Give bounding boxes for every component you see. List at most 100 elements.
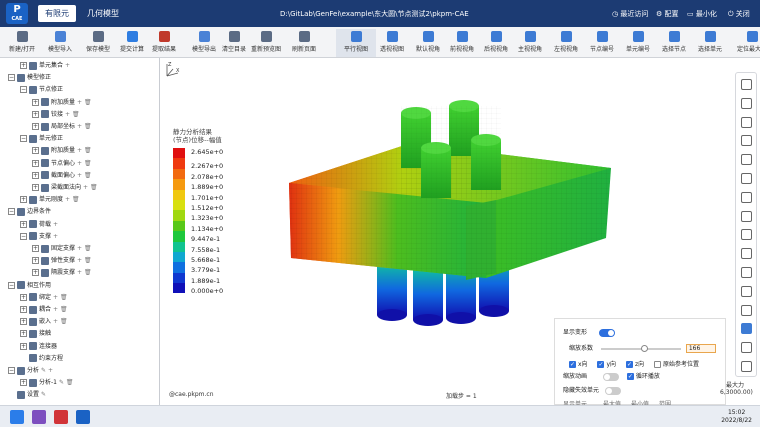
expand-icon[interactable]: + bbox=[20, 342, 27, 350]
toolbar-button[interactable]: 单元编号 bbox=[618, 29, 658, 57]
view-tool-icon[interactable] bbox=[741, 285, 752, 297]
view-tool-icon[interactable] bbox=[741, 304, 752, 316]
x-dir-checkbox[interactable]: ✓ bbox=[569, 361, 576, 368]
view-tool-icon[interactable] bbox=[741, 173, 752, 184]
view-tool-icon[interactable] bbox=[741, 267, 752, 278]
tree-item-actions[interactable]: + 🗑 bbox=[53, 294, 68, 301]
view-tool-icon[interactable] bbox=[741, 342, 752, 354]
toolbar-button[interactable]: 主视视角 bbox=[510, 29, 550, 57]
tree-item[interactable]: + 截面偏心 + 🗑 bbox=[32, 170, 92, 181]
view-tool-icon[interactable] bbox=[741, 191, 752, 203]
pkpm-app-icon[interactable] bbox=[76, 410, 90, 424]
collapse-icon[interactable]: − bbox=[20, 86, 27, 94]
view-tool-icon[interactable] bbox=[741, 116, 752, 128]
expand-icon[interactable]: + bbox=[20, 330, 27, 338]
close-button[interactable]: ⏻ 关闭 bbox=[728, 9, 750, 19]
tree-item-actions[interactable]: + 🗑 bbox=[77, 99, 92, 106]
view-tool-icon[interactable] bbox=[741, 229, 752, 241]
collapse-icon[interactable]: − bbox=[8, 281, 15, 289]
expand-icon[interactable]: + bbox=[20, 306, 27, 313]
tab-finite-element[interactable]: 有限元 bbox=[38, 5, 76, 22]
toolbar-button[interactable]: 左视视角 bbox=[546, 29, 586, 57]
tree-item[interactable]: + 铰接 + 🗑 bbox=[32, 109, 80, 120]
minimize-button[interactable]: ▭ 最小化 bbox=[687, 9, 717, 19]
tree-item-actions[interactable]: ✎ bbox=[41, 391, 46, 398]
visual-studio-icon[interactable] bbox=[32, 410, 46, 424]
expand-icon[interactable]: + bbox=[32, 245, 39, 252]
scale-slider[interactable] bbox=[600, 344, 681, 352]
tree-item-actions[interactable]: + 🗑 bbox=[77, 257, 92, 264]
tree-item-actions[interactable]: + 🗑 bbox=[77, 245, 92, 252]
tree-item[interactable]: + 荷载 + bbox=[20, 219, 58, 230]
recent-button[interactable]: ◷ 最近访问 bbox=[612, 9, 648, 19]
hide-fail-toggle[interactable] bbox=[604, 386, 621, 395]
z-dir-checkbox[interactable]: ✓ bbox=[625, 361, 633, 368]
expand-icon[interactable]: + bbox=[32, 257, 39, 265]
toolbar-button[interactable]: 重新预览图 bbox=[246, 29, 286, 57]
toolbar-button[interactable]: 透视视图 bbox=[372, 29, 412, 57]
tree-item[interactable]: 约束方程 bbox=[20, 353, 65, 364]
tree-item[interactable]: + 嵌入 + 🗑 bbox=[20, 316, 68, 327]
tree-item[interactable]: + 隔震支撑 + 🗑 bbox=[32, 267, 92, 278]
tree-item[interactable]: + 分析-1 ✎ 🗑 bbox=[20, 377, 74, 388]
tree-item[interactable]: − 单元修正 bbox=[20, 133, 65, 144]
zoom-anim-toggle[interactable] bbox=[602, 372, 619, 381]
tree-item-actions[interactable]: + 🗑 bbox=[77, 160, 92, 167]
collapse-icon[interactable]: − bbox=[20, 232, 27, 240]
tree-item-actions[interactable]: + 🗑 bbox=[77, 269, 92, 276]
tree-item[interactable]: 设置 ✎ bbox=[8, 389, 46, 400]
tree-item[interactable]: + 耦合 + 🗑 bbox=[20, 304, 68, 315]
view-tool-icon[interactable] bbox=[741, 210, 752, 222]
view-tool-icon[interactable] bbox=[741, 323, 752, 335]
tree-item[interactable]: + 附加质量 + 🗑 bbox=[32, 145, 92, 156]
expand-icon[interactable]: + bbox=[32, 110, 39, 118]
toolbar-button[interactable]: 提取结果 bbox=[144, 29, 184, 57]
toolbar-button[interactable]: 选择节点 bbox=[654, 29, 694, 57]
scale-input[interactable]: 166 bbox=[685, 344, 716, 353]
view-tool-icon[interactable] bbox=[741, 79, 752, 90]
tree-item[interactable]: − 节点修正 bbox=[20, 84, 65, 95]
show-deform-toggle[interactable] bbox=[598, 328, 615, 337]
tree-item[interactable]: + 弹性支撑 + 🗑 bbox=[32, 255, 92, 266]
expand-icon[interactable]: + bbox=[32, 123, 39, 130]
view-tool-icon[interactable] bbox=[741, 361, 752, 372]
tree-item[interactable]: + 附加质量 + 🗑 bbox=[32, 97, 92, 108]
tree-item[interactable]: − 模型修正 bbox=[8, 72, 53, 83]
tree-item-actions[interactable]: + 🗑 bbox=[77, 172, 92, 179]
expand-icon[interactable]: + bbox=[32, 147, 39, 155]
tree-item[interactable]: + 节点偏心 + 🗑 bbox=[32, 158, 92, 169]
tree-item[interactable]: + 绑定 + 🗑 bbox=[20, 292, 68, 303]
view-tool-icon[interactable] bbox=[741, 154, 752, 166]
tree-item-actions[interactable]: + 🗑 bbox=[65, 196, 80, 203]
orig-ref-checkbox[interactable] bbox=[654, 361, 662, 368]
tree-item-actions[interactable]: + 🗑 bbox=[53, 306, 68, 313]
tree-item-actions[interactable]: + 🗑 bbox=[53, 318, 68, 325]
expand-icon[interactable]: + bbox=[20, 220, 27, 228]
expand-icon[interactable]: + bbox=[20, 379, 27, 387]
tree-item-actions[interactable]: ✎ 🗑 bbox=[59, 379, 74, 386]
tree-item[interactable]: + 接触 bbox=[20, 328, 53, 339]
expand-icon[interactable]: + bbox=[32, 98, 39, 106]
tree-item[interactable]: + 梁截面法向 + 🗑 bbox=[32, 182, 98, 193]
expand-icon[interactable]: + bbox=[32, 159, 39, 167]
tree-item[interactable]: − 分析 ✎ + bbox=[8, 365, 53, 376]
expand-icon[interactable]: + bbox=[20, 293, 27, 301]
view-tool-icon[interactable] bbox=[741, 135, 752, 147]
expand-icon[interactable]: + bbox=[32, 269, 39, 277]
expand-icon[interactable]: + bbox=[20, 318, 27, 326]
collapse-icon[interactable]: − bbox=[8, 74, 15, 82]
toolbar-button[interactable]: 平行视图 bbox=[336, 29, 376, 57]
toolbar-button[interactable]: 新建/打开 bbox=[2, 29, 42, 57]
view-tool-icon[interactable] bbox=[741, 97, 752, 109]
expand-icon[interactable]: + bbox=[32, 184, 39, 191]
tree-item-actions[interactable]: + 🗑 bbox=[83, 184, 98, 191]
toolbar-button[interactable]: 节点编号 bbox=[582, 29, 622, 57]
tab-geometry-model[interactable]: 几何模型 bbox=[80, 5, 126, 22]
view-tool-icon[interactable] bbox=[741, 248, 752, 260]
toolbar-button[interactable]: 刷新页面 bbox=[284, 29, 324, 57]
y-dir-checkbox[interactable]: ✓ bbox=[597, 361, 605, 368]
collapse-icon[interactable]: − bbox=[20, 135, 27, 143]
expand-icon[interactable]: + bbox=[20, 196, 27, 204]
tree-item[interactable]: + 单元集合 + bbox=[20, 60, 70, 71]
expand-icon[interactable]: + bbox=[32, 171, 39, 179]
